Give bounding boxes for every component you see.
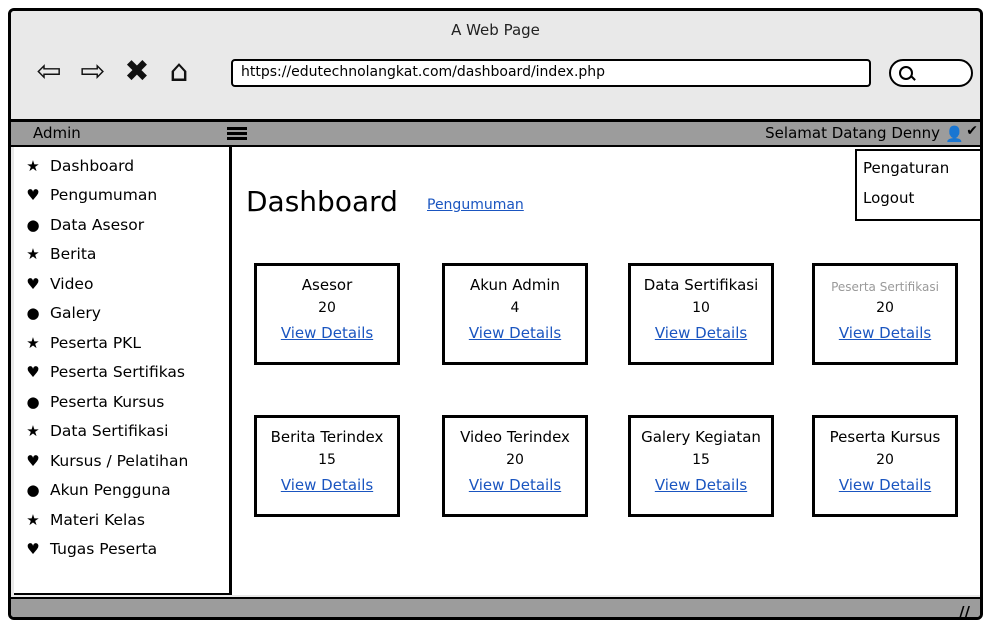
back-arrow-icon[interactable]: ⇦	[31, 57, 67, 87]
sidebar-item-data-sertifikasi[interactable]: ★ Data Sertifikasi	[14, 417, 229, 447]
browser-titlebar: A Web Page ⇦ ⇨ ✖ ⌂ https://edutechnolang…	[11, 11, 980, 119]
stat-card-peserta-kursus: Peserta Kursus 20 View Details	[812, 415, 958, 517]
welcome-text: Selamat Datang Denny	[765, 124, 940, 142]
card-label: Peserta Sertifikasi	[831, 280, 939, 294]
address-bar[interactable]: https://edutechnolangkat.com/dashboard/i…	[231, 59, 871, 87]
star-icon: ★	[26, 422, 40, 441]
sidebar-item-label: Materi Kelas	[50, 510, 145, 529]
star-icon: ★	[26, 510, 40, 529]
resize-grip-icon[interactable]: //	[959, 603, 970, 617]
home-icon[interactable]: ⌂	[161, 57, 197, 87]
card-label: Peserta Kursus	[829, 428, 941, 446]
view-details-link[interactable]: View Details	[257, 476, 397, 494]
star-icon: ★	[26, 333, 40, 352]
card-label: Video Terindex	[460, 428, 570, 446]
stat-card-video-terindex: Video Terindex 20 View Details	[442, 415, 588, 517]
stat-card-akun-admin: Akun Admin 4 View Details	[442, 263, 588, 365]
sidebar-item-video[interactable]: ♥ Video	[14, 269, 229, 299]
close-icon[interactable]: ✖	[119, 57, 155, 87]
brand-label: Admin	[33, 124, 81, 142]
sidebar-item-label: Data Sertifikasi	[50, 422, 169, 441]
sidebar-item-label: Peserta Sertifikas	[50, 363, 185, 382]
sidebar-item-label: Peserta Kursus	[50, 392, 165, 411]
stat-card-galery-kegiatan: Galery Kegiatan 15 View Details	[628, 415, 774, 517]
stat-card-asesor: Asesor 20 View Details	[254, 263, 400, 365]
hamburger-icon[interactable]	[227, 127, 247, 141]
sidebar-item-kursus-pelatihan[interactable]: ♥ Kursus / Pelatihan	[14, 446, 229, 476]
circle-icon: ●	[26, 304, 40, 323]
view-details-link[interactable]: View Details	[631, 324, 771, 342]
sidebar-item-label: Akun Pengguna	[50, 481, 171, 500]
stat-card-peserta-sertifikasi: Peserta Sertifikasi 20 View Details	[812, 263, 958, 365]
search-icon	[899, 66, 913, 80]
card-label: Berita Terindex	[270, 428, 384, 446]
sidebar-item-peserta-sertifikasi[interactable]: ♥ Peserta Sertifikas	[14, 358, 229, 388]
sidebar-item-galery[interactable]: ● Galery	[14, 299, 229, 329]
heart-icon: ♥	[26, 540, 40, 559]
card-count: 20	[876, 300, 894, 316]
main-content: Dashboard Pengumuman Asesor 20 View Deta…	[232, 147, 980, 595]
star-icon: ★	[26, 245, 40, 264]
sidebar-item-peserta-pkl[interactable]: ★ Peserta PKL	[14, 328, 229, 358]
view-details-link[interactable]: View Details	[815, 476, 955, 494]
window-title: A Web Page	[451, 21, 540, 39]
sidebar-item-dashboard[interactable]: ★ Dashboard	[14, 151, 229, 181]
chevron-down-icon[interactable]: ✔	[966, 123, 978, 139]
circle-icon: ●	[26, 392, 40, 411]
circle-icon: ●	[26, 215, 40, 234]
view-details-link[interactable]: View Details	[445, 476, 585, 494]
sidebar-item-berita[interactable]: ★ Berita	[14, 240, 229, 270]
card-count: 4	[510, 300, 520, 316]
card-count: 15	[692, 452, 710, 468]
browser-search-field[interactable]	[889, 59, 973, 87]
card-count: 10	[692, 300, 710, 316]
heart-icon: ♥	[26, 451, 40, 470]
star-icon: ★	[26, 156, 40, 175]
sidebar-item-akun-pengguna[interactable]: ● Akun Pengguna	[14, 476, 229, 506]
sidebar-item-materi-kelas[interactable]: ★ Materi Kelas	[14, 505, 229, 535]
card-count: 20	[318, 300, 336, 316]
heart-icon: ♥	[26, 363, 40, 382]
stat-card-data-sertifikasi: Data Sertifikasi 10 View Details	[628, 263, 774, 365]
page-title: Dashboard	[246, 185, 398, 218]
sidebar-item-label: Video	[50, 274, 94, 293]
heart-icon: ♥	[26, 274, 40, 293]
card-label: Data Sertifikasi	[643, 276, 759, 294]
forward-arrow-icon[interactable]: ⇨	[75, 57, 111, 87]
view-details-link[interactable]: View Details	[815, 324, 955, 342]
card-count: 20	[876, 452, 894, 468]
sidebar-item-label: Dashboard	[50, 156, 135, 175]
card-count: 20	[506, 452, 524, 468]
stat-card-berita-terindex: Berita Terindex 15 View Details	[254, 415, 400, 517]
menu-item-logout[interactable]: Logout	[863, 185, 975, 215]
sidebar-item-label: Peserta PKL	[50, 333, 141, 352]
sidebar-item-peserta-kursus[interactable]: ● Peserta Kursus	[14, 387, 229, 417]
view-details-link[interactable]: View Details	[257, 324, 397, 342]
card-label: Galery Kegiatan	[641, 428, 761, 446]
view-details-link[interactable]: View Details	[631, 476, 771, 494]
app-header: Admin Selamat Datang Denny 👤 ✔	[11, 119, 980, 147]
sidebar-item-tugas-peserta[interactable]: ♥ Tugas Peserta	[14, 535, 229, 565]
sidebar-item-label: Galery	[50, 304, 101, 323]
sidebar-item-label: Tugas Peserta	[50, 540, 158, 559]
card-label: Asesor	[301, 276, 353, 294]
sidebar-item-data-asesor[interactable]: ● Data Asesor	[14, 210, 229, 240]
card-label: Akun Admin	[469, 276, 561, 294]
user-dropdown-menu: Pengaturan Logout	[855, 149, 980, 221]
user-icon[interactable]: 👤	[945, 125, 964, 143]
sidebar-item-label: Pengumuman	[50, 186, 158, 205]
heart-icon: ♥	[26, 186, 40, 205]
announcement-link[interactable]: Pengumuman	[427, 197, 524, 213]
card-count: 15	[318, 452, 336, 468]
browser-window: A Web Page ⇦ ⇨ ✖ ⌂ https://edutechnolang…	[8, 8, 983, 620]
menu-item-pengaturan[interactable]: Pengaturan	[863, 155, 975, 185]
circle-icon: ●	[26, 481, 40, 500]
sidebar-item-pengumuman[interactable]: ♥ Pengumuman	[14, 181, 229, 211]
sidebar-item-label: Berita	[50, 245, 97, 264]
sidebar: ★ Dashboard ♥ Pengumuman ● Data Asesor ★ Ber…	[14, 147, 232, 595]
status-bar: //	[11, 597, 980, 617]
view-details-link[interactable]: View Details	[445, 324, 585, 342]
sidebar-item-label: Data Asesor	[50, 215, 145, 234]
sidebar-item-label: Kursus / Pelatihan	[50, 451, 189, 470]
